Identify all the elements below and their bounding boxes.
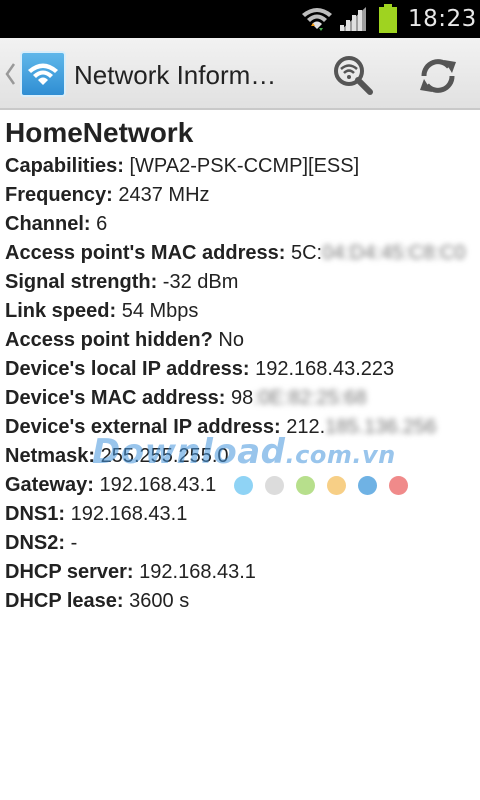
action-bar: Network Inform…	[0, 38, 480, 110]
wifi-icon	[28, 63, 58, 85]
detail-row: Device's external IP address: 212.185.13…	[5, 413, 475, 442]
detail-value: 192.168.43.1	[139, 561, 256, 583]
detail-row: Device's local IP address: 192.168.43.22…	[5, 355, 475, 384]
detail-row: Access point's MAC address: 5C:04:D4:45:…	[5, 239, 475, 268]
detail-value: 54 Mbps	[121, 300, 199, 322]
wifi-search-icon[interactable]	[332, 54, 376, 98]
detail-row: Device's MAC address: 98:0E:82:25:68	[5, 384, 475, 413]
battery-icon	[379, 4, 397, 33]
detail-value: 192.168.43.223	[255, 358, 395, 380]
detail-row: DHCP lease: 3600 s	[5, 587, 475, 616]
network-name: HomeNetwork	[5, 117, 194, 148]
detail-label: DNS2:	[5, 532, 66, 554]
detail-label: Device's MAC address:	[5, 387, 226, 409]
app-icon[interactable]	[20, 51, 66, 97]
masked-value: 185.136.256	[325, 416, 437, 438]
detail-label: Netmask:	[5, 445, 96, 467]
watermark-dot	[358, 476, 377, 495]
detail-row: DNS2: -	[5, 529, 475, 558]
detail-row: Link speed: 54 Mbps	[5, 297, 475, 326]
detail-label: Capabilities:	[5, 155, 124, 177]
watermark-dot	[389, 476, 408, 495]
detail-value: 3600 s	[129, 590, 190, 612]
detail-value: [WPA2-PSK-CCMP][ESS]	[129, 155, 360, 177]
details-list: Capabilities: [WPA2-PSK-CCMP][ESS] Freque…	[5, 152, 475, 616]
detail-label: DHCP server:	[5, 561, 134, 583]
status-time: 18:23	[408, 6, 477, 32]
masked-value: :0E:82:25:68	[253, 387, 367, 409]
detail-value: 2437 MHz	[118, 184, 210, 206]
status-bar: 18:23	[0, 0, 480, 38]
watermark-dot	[234, 476, 253, 495]
refresh-icon[interactable]	[416, 54, 460, 98]
detail-value: 6	[96, 213, 108, 235]
detail-value: No	[218, 329, 244, 351]
detail-row: Netmask: 255.255.255.0	[5, 442, 475, 471]
cell-signal-icon	[340, 7, 366, 31]
detail-row: DHCP server: 192.168.43.1	[5, 558, 475, 587]
chevron-left-icon[interactable]	[4, 60, 16, 88]
watermark-dot	[265, 476, 284, 495]
detail-value: 192.168.43.1	[70, 503, 188, 525]
detail-label: Channel:	[5, 213, 91, 235]
detail-value: 255.255.255.0	[100, 445, 229, 467]
detail-label: DHCP lease:	[5, 590, 124, 612]
watermark-dot	[296, 476, 315, 495]
network-details: HomeNetwork Capabilities: [WPA2-PSK-CCMP…	[5, 114, 475, 616]
detail-row: Signal strength: -32 dBm	[5, 268, 475, 297]
detail-row: DNS1: 192.168.43.1	[5, 500, 475, 529]
masked-value: 04:D4:45:C8:C0	[322, 242, 466, 264]
detail-value: 192.168.43.1	[99, 474, 217, 496]
detail-row: Access point hidden? No	[5, 326, 475, 355]
wifi-status-icon	[302, 8, 332, 31]
detail-value: 5C:	[290, 242, 323, 264]
detail-label: Access point hidden?	[5, 329, 213, 351]
detail-value: 98	[230, 387, 254, 409]
detail-row: Channel: 6	[5, 210, 475, 239]
detail-label: Gateway:	[5, 474, 94, 496]
detail-label: Device's local IP address:	[5, 358, 250, 380]
detail-row: Capabilities: [WPA2-PSK-CCMP][ESS]	[5, 152, 475, 181]
detail-value: -	[70, 532, 78, 554]
detail-value: -32 dBm	[162, 271, 239, 293]
detail-row: Frequency: 2437 MHz	[5, 181, 475, 210]
detail-label: Access point's MAC address:	[5, 242, 286, 264]
detail-label: Signal strength:	[5, 271, 158, 293]
detail-label: DNS1:	[5, 503, 66, 525]
watermark-dot	[327, 476, 346, 495]
detail-label: Link speed:	[5, 300, 117, 322]
detail-label: Device's external IP address:	[5, 416, 281, 438]
detail-label: Frequency:	[5, 184, 113, 206]
page-title: Network Inform…	[74, 60, 277, 90]
detail-value: 212.	[286, 416, 326, 438]
